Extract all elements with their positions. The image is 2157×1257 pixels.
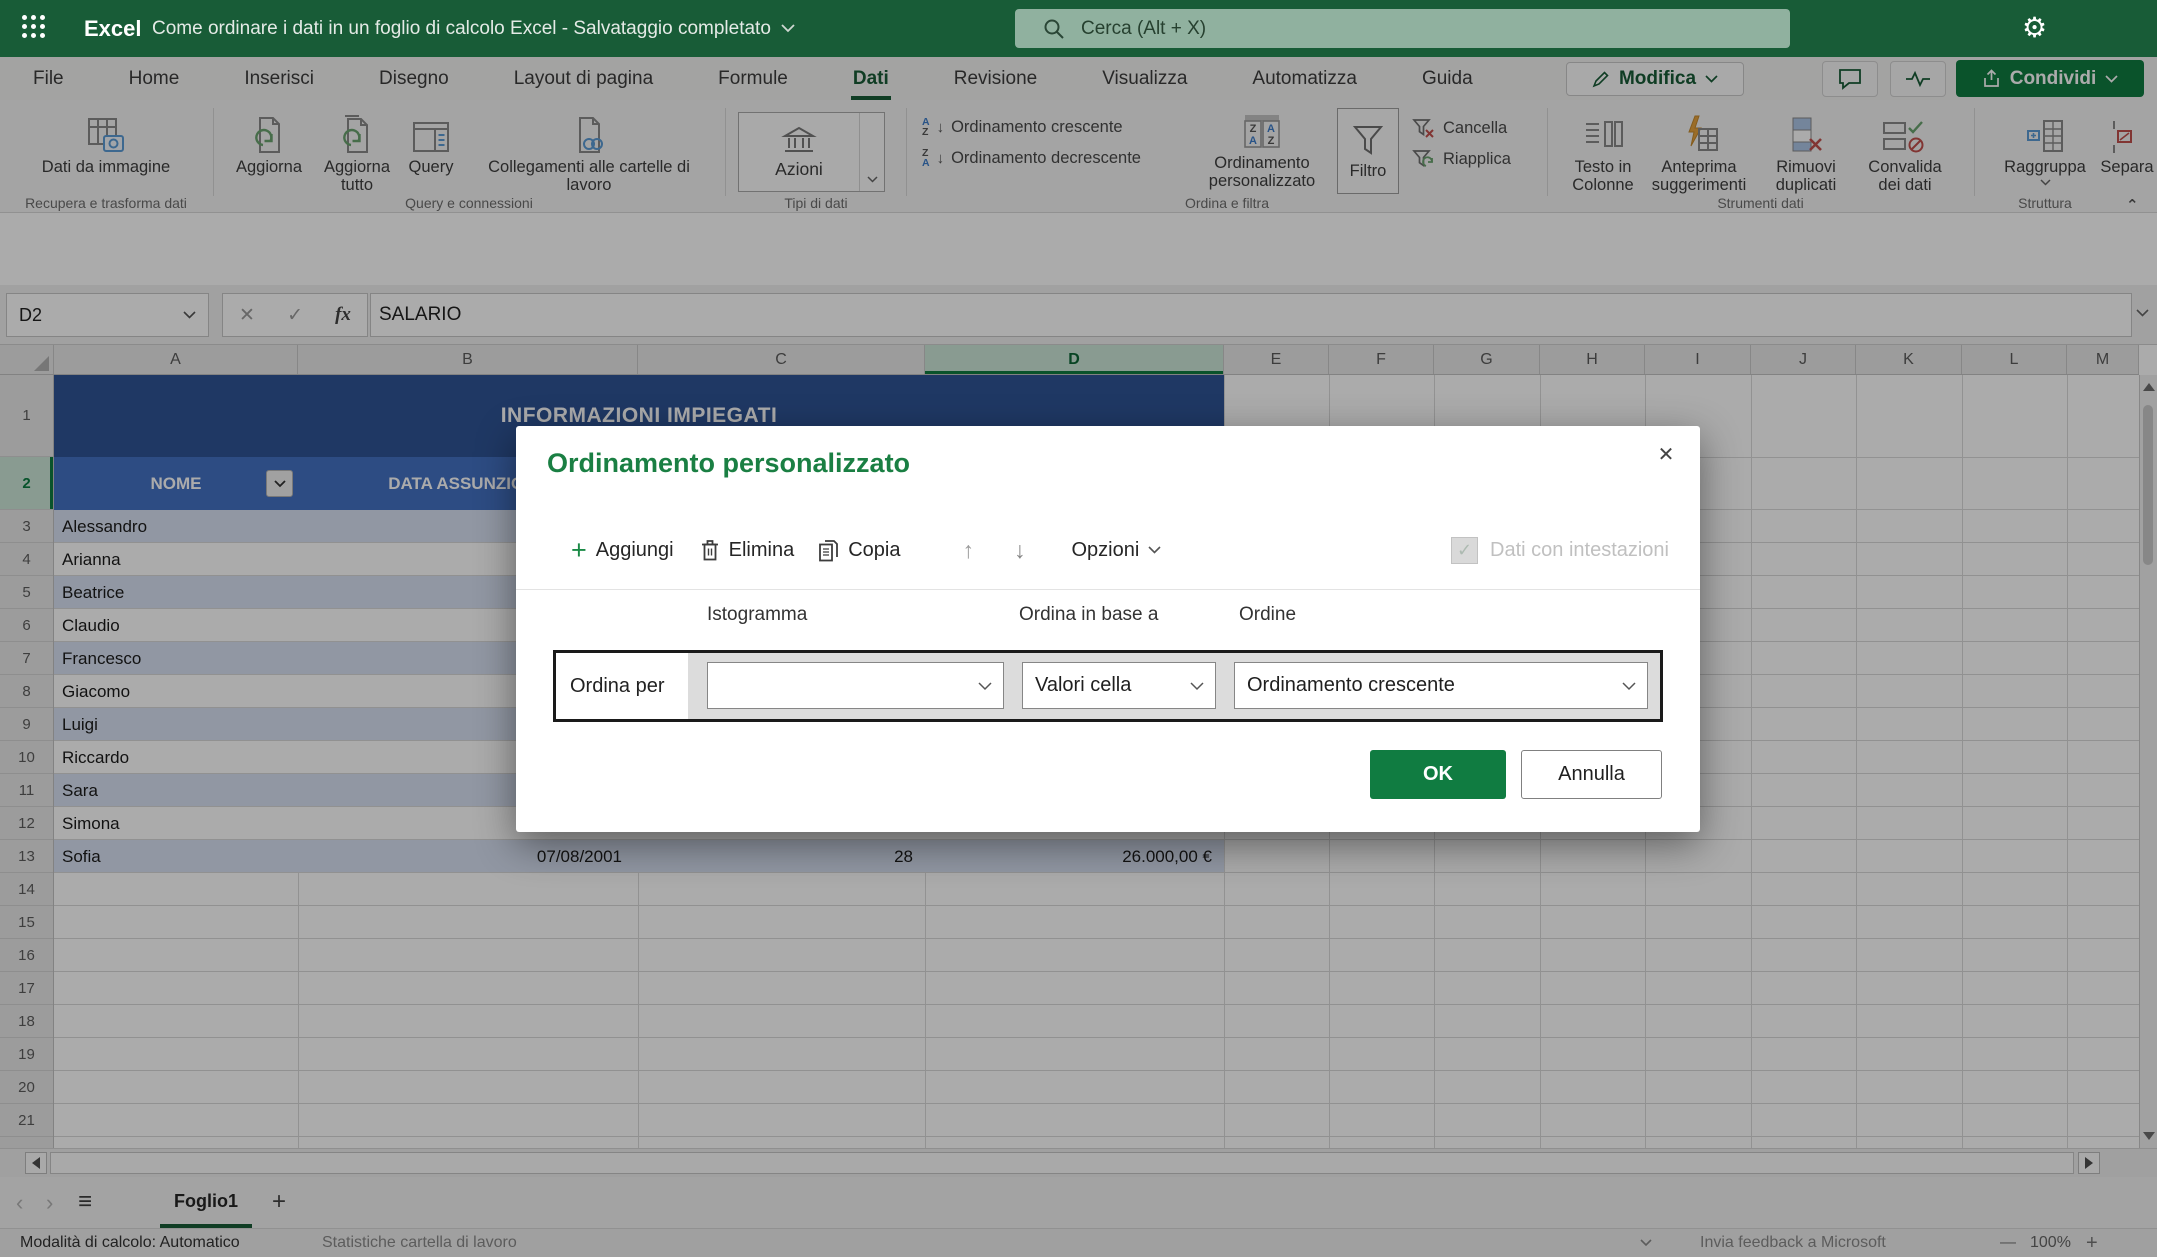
checkbox-checked-icon: ✓ — [1451, 537, 1478, 564]
ordina-base-dropdown[interactable]: Valori cella — [1022, 662, 1216, 709]
ordine-dropdown-value: Ordinamento crescente — [1247, 674, 1455, 696]
app-header: Excel Come ordinare i dati in un foglio … — [0, 0, 2157, 57]
dati-con-intestazioni-label: Dati con intestazioni — [1490, 539, 1669, 562]
dialog-divider — [516, 589, 1700, 590]
add-icon: + — [571, 540, 587, 560]
dialog-title: Ordinamento personalizzato — [547, 448, 910, 479]
istogramma-dropdown[interactable] — [707, 662, 1004, 709]
app-name: Excel — [84, 0, 142, 57]
dati-con-intestazioni-checkbox[interactable]: ✓ Dati con intestazioni — [1451, 537, 1669, 564]
col-label-ordina-in-base-a: Ordina in base a — [1019, 604, 1158, 626]
chevron-down-icon — [1190, 682, 1204, 691]
aggiungi-label: Aggiungi — [596, 539, 674, 562]
custom-sort-dialog: Ordinamento personalizzato ✕ + Aggiungi … — [516, 426, 1700, 832]
aggiungi-button[interactable]: + Aggiungi — [571, 539, 674, 562]
move-up-button[interactable]: ↑ — [962, 537, 974, 564]
document-title[interactable]: Come ordinare i dati in un foglio di cal… — [152, 0, 795, 57]
elimina-label: Elimina — [729, 539, 795, 562]
opzioni-label: Opzioni — [1071, 539, 1139, 562]
copy-icon — [818, 539, 839, 562]
chevron-down-icon — [978, 682, 992, 691]
close-icon[interactable]: ✕ — [1648, 436, 1684, 472]
annulla-button[interactable]: Annulla — [1521, 750, 1662, 799]
ordina-per-label: Ordina per — [570, 653, 665, 719]
chevron-down-icon — [781, 24, 795, 33]
ordine-dropdown[interactable]: Ordinamento crescente — [1234, 662, 1648, 709]
copia-label: Copia — [848, 539, 900, 562]
search-icon — [1043, 18, 1065, 40]
elimina-button[interactable]: Elimina — [700, 539, 795, 562]
dialog-toolbar: + Aggiungi Elimina Copia ↑ ↓ Opzioni ✓ D… — [547, 530, 1669, 570]
search-input[interactable]: Cerca (Alt + X) — [1015, 9, 1790, 48]
ordina-base-dropdown-value: Valori cella — [1035, 674, 1131, 696]
opzioni-button[interactable]: Opzioni — [1071, 539, 1161, 562]
col-label-istogramma: Istogramma — [707, 604, 807, 626]
excel-window: Excel Come ordinare i dati in un foglio … — [0, 0, 2157, 1257]
arrow-up-icon: ↑ — [962, 537, 974, 564]
arrow-down-icon: ↓ — [1014, 537, 1026, 564]
chevron-down-icon — [1622, 682, 1636, 691]
settings-gear-icon[interactable]: ⚙ — [2022, 11, 2047, 45]
col-label-ordine: Ordine — [1239, 604, 1296, 626]
copia-button[interactable]: Copia — [818, 539, 900, 562]
trash-icon — [700, 539, 720, 562]
sort-criteria-row: Ordina per Valori cella Ordinamento cres… — [553, 650, 1663, 722]
search-placeholder: Cerca (Alt + X) — [1081, 18, 1206, 40]
document-title-text: Come ordinare i dati in un foglio di cal… — [152, 18, 771, 40]
app-launcher-icon[interactable] — [22, 15, 45, 38]
ok-button[interactable]: OK — [1370, 750, 1506, 799]
chevron-down-icon — [1148, 546, 1161, 554]
move-down-button[interactable]: ↓ — [1014, 537, 1026, 564]
